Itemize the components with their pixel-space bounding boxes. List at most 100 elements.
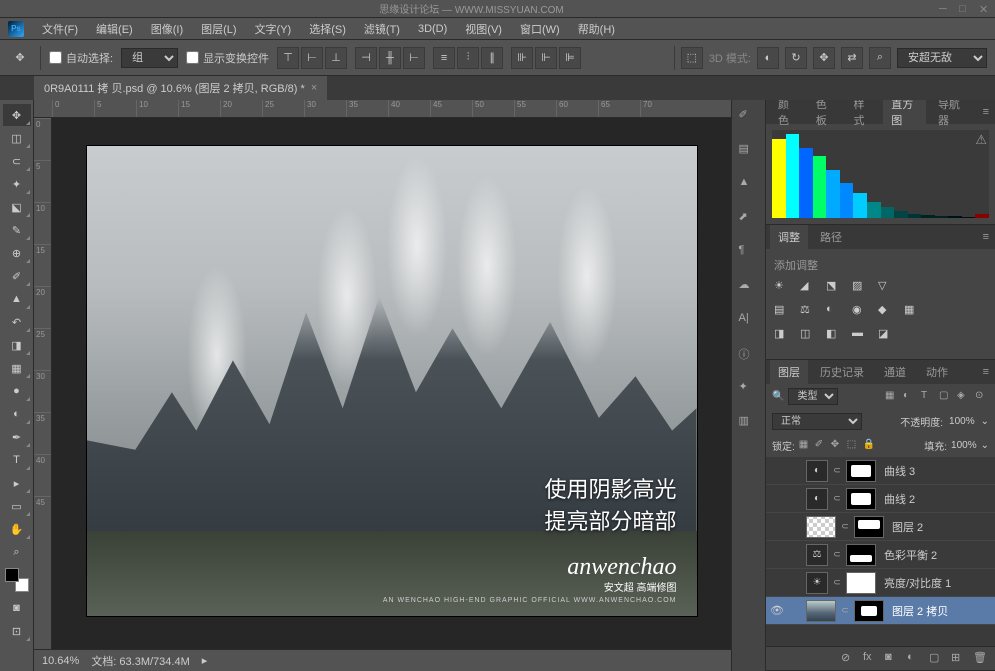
blend-mode-select[interactable]: 正常 (772, 413, 862, 430)
link-icon[interactable]: ⊂ (832, 493, 842, 504)
layer-thumb[interactable] (806, 600, 836, 622)
lasso-tool[interactable]: ⊂ (3, 150, 31, 172)
preset-select[interactable]: 安超无敌组 (897, 48, 987, 68)
3d-icon-1[interactable]: ⬚ (681, 47, 703, 69)
fill-arrow-icon[interactable]: ⌄ (981, 440, 989, 451)
selective-color-icon[interactable]: ◪ (878, 327, 896, 345)
adjustment-icon[interactable]: ◐ (907, 651, 923, 667)
menu-type[interactable]: 文字(Y) (247, 19, 300, 39)
paragraph-icon[interactable]: ¶ (739, 244, 759, 264)
menu-view[interactable]: 视图(V) (457, 19, 510, 39)
levels-icon[interactable]: ◢ (800, 279, 818, 297)
tab-layers[interactable]: 图层 (770, 360, 808, 384)
3d-zoom-icon[interactable]: ⌕ (869, 47, 891, 69)
character-icon[interactable]: A| (739, 312, 759, 332)
magic-wand-tool[interactable]: ✦ (3, 173, 31, 195)
fx-icon[interactable]: fx (863, 651, 879, 667)
3d-roll-icon[interactable]: ↻ (785, 47, 807, 69)
layer-row[interactable]: 👁 ⊂ 图层 2 拷贝 (766, 597, 995, 625)
info-icon[interactable]: ⓘ (739, 346, 759, 366)
vibrance-icon[interactable]: ▽ (878, 279, 896, 297)
invert-icon[interactable]: ◨ (774, 327, 792, 345)
marquee-tool[interactable]: ◫ (3, 127, 31, 149)
hue-icon[interactable]: ▤ (774, 303, 792, 321)
hand-tool[interactable]: ✋ (3, 518, 31, 540)
opacity-arrow-icon[interactable]: ⌄ (981, 416, 989, 427)
3d-pan-icon[interactable]: ✥ (813, 47, 835, 69)
bw-icon[interactable]: ◐ (826, 303, 844, 321)
path-select-tool[interactable]: ▸ (3, 472, 31, 494)
layer-name[interactable]: 图层 2 拷贝 (888, 603, 993, 619)
menu-file[interactable]: 文件(F) (34, 19, 86, 39)
layer-mask-thumb[interactable] (854, 516, 884, 538)
crop-tool[interactable]: ⬕ (3, 196, 31, 218)
fill-value[interactable]: 100% (951, 440, 977, 451)
menu-filter[interactable]: 滤镜(T) (356, 19, 408, 39)
lut-icon[interactable]: ▦ (904, 303, 922, 321)
menu-layer[interactable]: 图层(L) (193, 19, 244, 39)
menu-window[interactable]: 窗口(W) (512, 19, 568, 39)
delete-icon[interactable]: 🗑 (973, 651, 989, 667)
link-icon[interactable]: ⊂ (832, 577, 842, 588)
filter-type-select[interactable]: 类型 (788, 388, 838, 405)
stamp-tool[interactable]: ▲ (3, 288, 31, 310)
panel-menu-icon[interactable]: ≡ (977, 106, 995, 118)
lock-position-icon[interactable]: ✐ (815, 439, 828, 452)
threshold-icon[interactable]: ◧ (826, 327, 844, 345)
layer-mask-thumb[interactable] (854, 600, 884, 622)
maximize-icon[interactable]: □ (959, 3, 971, 15)
panel-menu-icon[interactable]: ≡ (977, 231, 995, 243)
brush-presets-icon[interactable]: ▤ (739, 142, 759, 162)
3d-orbit-icon[interactable]: ◐ (757, 47, 779, 69)
link-icon[interactable]: ⊂ (840, 605, 850, 616)
link-layers-icon[interactable]: ⊘ (841, 651, 857, 667)
lock-move-icon[interactable]: ✥ (831, 439, 844, 452)
history-brush-tool[interactable]: ↶ (3, 311, 31, 333)
link-icon[interactable]: ⊂ (832, 465, 842, 476)
tab-history[interactable]: 历史记录 (812, 360, 872, 384)
layer-mask-thumb[interactable] (846, 460, 876, 482)
doc-info-arrow[interactable]: ▸ (202, 654, 208, 667)
fg-bg-swatch[interactable] (5, 568, 29, 592)
exposure-icon[interactable]: ▨ (852, 279, 870, 297)
layer-name[interactable]: 图层 2 (888, 519, 993, 535)
distribute-2-icon[interactable]: ⫶ (457, 47, 479, 69)
close-icon[interactable]: ✕ (979, 3, 991, 15)
filter-shape-icon[interactable]: ▢ (939, 390, 953, 404)
filter-icon[interactable]: 🔍 (772, 391, 784, 402)
doc-tab[interactable]: 0R9A0111 拷 贝.psd @ 10.6% (图层 2 拷贝, RGB/8… (34, 76, 327, 100)
doc-info[interactable]: 文档: 63.3M/734.4M (91, 653, 189, 669)
canvas-viewport[interactable]: 使用阴影高光 提亮部分暗部 anwenchao 安文超 高端修图 AN WENC… (52, 118, 731, 649)
layer-row[interactable]: ⊂ 图层 2 (766, 513, 995, 541)
align-hcenter-icon[interactable]: ╫ (379, 47, 401, 69)
new-layer-icon[interactable]: ⊞ (951, 651, 967, 667)
dodge-tool[interactable]: ◐ (3, 403, 31, 425)
blur-tool[interactable]: ● (3, 380, 31, 402)
align-right-icon[interactable]: ⊢ (403, 47, 425, 69)
3d-slide-icon[interactable]: ⇄ (841, 47, 863, 69)
layer-name[interactable]: 色彩平衡 2 (880, 547, 993, 563)
eraser-tool[interactable]: ◨ (3, 334, 31, 356)
cc-libraries-icon[interactable]: ☁ (739, 278, 759, 298)
distribute-1-icon[interactable]: ≡ (433, 47, 455, 69)
distribute-5-icon[interactable]: ⊩ (535, 47, 557, 69)
curves-icon[interactable]: ⬔ (826, 279, 844, 297)
screen-mode-tool[interactable]: ⊡ (3, 620, 31, 642)
mask-icon[interactable]: ◙ (885, 651, 901, 667)
zoom-tool[interactable]: ⌕ (3, 541, 31, 563)
filter-type-icon[interactable]: T (921, 390, 935, 404)
type-tool[interactable]: T (3, 449, 31, 471)
layer-row[interactable]: ☀ ⊂ 亮度/对比度 1 (766, 569, 995, 597)
auto-select-checkbox[interactable]: 自动选择: (49, 50, 113, 66)
gradient-map-icon[interactable]: ▬ (852, 327, 870, 345)
lock-artboard-icon[interactable]: ⬚ (847, 439, 860, 452)
lock-image-icon[interactable]: ▦ (799, 439, 812, 452)
auto-select-type[interactable]: 组 (121, 48, 178, 68)
doc-tab-close-icon[interactable]: × (311, 82, 317, 94)
move-tool-icon[interactable]: ✥ (8, 46, 32, 70)
filter-adj-icon[interactable]: ◐ (903, 390, 917, 404)
layer-mask-thumb[interactable] (846, 544, 876, 566)
menu-select[interactable]: 选择(S) (301, 19, 354, 39)
menu-help[interactable]: 帮助(H) (570, 19, 623, 39)
move-tool[interactable]: ✥ (3, 104, 31, 126)
